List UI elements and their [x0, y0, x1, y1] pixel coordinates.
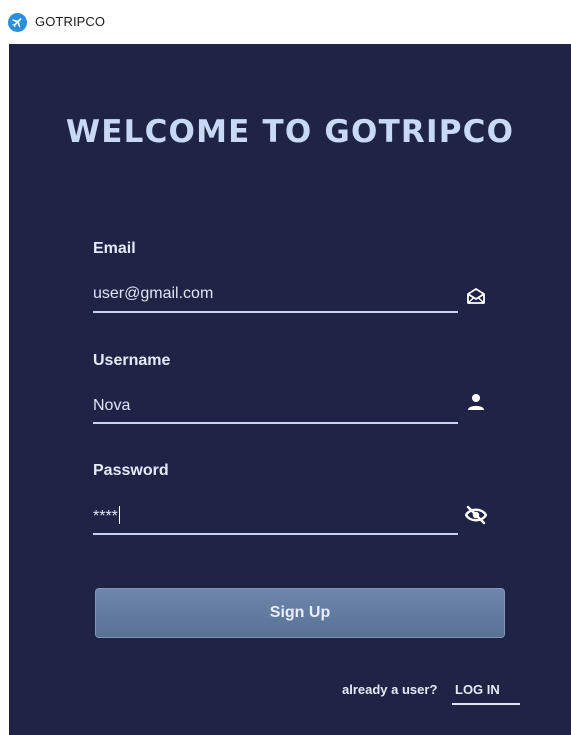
window-title: GOTRIPCO: [35, 14, 106, 29]
title-bar[interactable]: GOTRIPCO: [0, 0, 571, 44]
window-left-edge: [0, 44, 9, 735]
app-window: GOTRIPCO WELCOME TO GOTRIPCO Email Usern…: [0, 0, 571, 735]
user-icon: [465, 391, 487, 413]
envelope-icon: [465, 285, 487, 307]
eye-slash-icon[interactable]: [465, 504, 487, 526]
email-label: Email: [93, 240, 136, 257]
signup-panel: WELCOME TO GOTRIPCO Email Username Passw…: [9, 44, 571, 735]
password-underline: [93, 533, 458, 535]
text-caret: [118, 506, 120, 524]
log-in-link[interactable]: LOG IN: [455, 682, 500, 697]
password-value: ****: [93, 508, 118, 525]
username-label: Username: [93, 352, 171, 369]
email-underline: [93, 311, 458, 313]
username-underline: [93, 422, 458, 424]
username-field[interactable]: [93, 395, 453, 417]
email-field[interactable]: [93, 283, 453, 305]
password-field[interactable]: ****: [93, 506, 453, 528]
sign-up-button[interactable]: Sign Up: [95, 588, 505, 638]
page-title: WELCOME TO GOTRIPCO: [65, 114, 515, 150]
log-in-underline: [452, 703, 520, 705]
airplane-icon: [8, 13, 27, 32]
already-user-text: already a user?: [342, 682, 438, 697]
password-label: Password: [93, 462, 169, 479]
